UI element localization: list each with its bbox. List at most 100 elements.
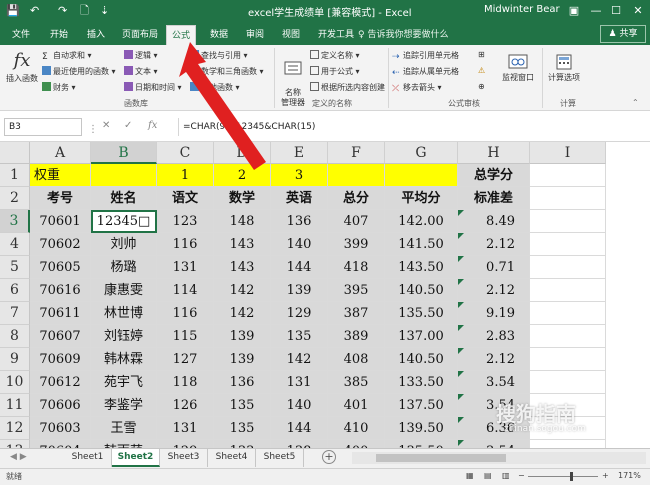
cell-i5[interactable]	[530, 256, 606, 279]
cell-a9[interactable]: 70609	[30, 348, 91, 371]
cell-i4[interactable]	[530, 233, 606, 256]
error-indicator-icon[interactable]	[458, 256, 464, 262]
error-indicator-icon[interactable]	[458, 302, 464, 308]
cell-d7[interactable]: 142	[214, 302, 271, 325]
cell-h7[interactable]: 9.19	[458, 302, 530, 325]
column-header-b[interactable]: B	[91, 142, 157, 164]
cell-i2[interactable]	[530, 187, 606, 210]
row-header-3[interactable]: 3	[0, 210, 30, 233]
cell-d13[interactable]: 133	[214, 440, 271, 448]
cell-d4[interactable]: 143	[214, 233, 271, 256]
cell-e12[interactable]: 144	[271, 417, 328, 440]
header-cell-c2[interactable]: 语文	[157, 187, 214, 210]
cell-f12[interactable]: 410	[328, 417, 385, 440]
tab-file[interactable]: 文件	[12, 27, 30, 40]
insert-function-fx-icon[interactable]: fx	[148, 120, 157, 131]
zoom-level[interactable]: 171%	[618, 471, 641, 480]
error-indicator-icon[interactable]	[458, 394, 464, 400]
collapse-ribbon-icon[interactable]: ⌃	[632, 98, 639, 107]
error-checking-icon[interactable]: ⚠	[478, 66, 485, 75]
cell-h1[interactable]: 总学分	[458, 164, 530, 187]
cell-d10[interactable]: 136	[214, 371, 271, 394]
tab-review[interactable]: 审阅	[246, 27, 264, 40]
cell-b3[interactable]: 12345□	[91, 210, 157, 233]
column-header-a[interactable]: A	[30, 142, 91, 164]
cell-f9[interactable]: 408	[328, 348, 385, 371]
row-header-13[interactable]: 13	[0, 440, 30, 448]
cell-d8[interactable]: 139	[214, 325, 271, 348]
zoom-in-button[interactable]: +	[602, 471, 609, 480]
cell-g11[interactable]: 137.50	[385, 394, 458, 417]
normal-view-icon[interactable]: ▦	[466, 471, 474, 480]
cell-b7[interactable]: 林世博	[91, 302, 157, 325]
header-cell-e2[interactable]: 英语	[271, 187, 328, 210]
sheet-tab-5[interactable]: Sheet5	[256, 449, 304, 467]
cell-d11[interactable]: 135	[214, 394, 271, 417]
watch-window-button[interactable]: 监视窗口	[498, 54, 538, 83]
cell-g9[interactable]: 140.50	[385, 348, 458, 371]
cell-b5[interactable]: 杨璐	[91, 256, 157, 279]
zoom-slider[interactable]	[528, 476, 598, 477]
define-name-button[interactable]: 定义名称 ▾	[310, 50, 360, 61]
datetime-button[interactable]: 日期和时间 ▾	[124, 82, 182, 93]
cell-g1[interactable]	[385, 164, 458, 187]
row-header-11[interactable]: 11	[0, 394, 30, 417]
cell-i13[interactable]	[530, 440, 606, 448]
cell-g12[interactable]: 139.50	[385, 417, 458, 440]
calculation-options-button[interactable]: 计算选项	[544, 54, 584, 83]
cell-c10[interactable]: 118	[157, 371, 214, 394]
cell-a5[interactable]: 70605	[30, 256, 91, 279]
cell-a12[interactable]: 70603	[30, 417, 91, 440]
add-sheet-button[interactable]: +	[322, 450, 336, 464]
cell-g13[interactable]: 135.50	[385, 440, 458, 448]
cell-i3[interactable]	[530, 210, 606, 233]
math-trig-button[interactable]: 数学和三角函数 ▾	[190, 66, 264, 77]
name-box[interactable]: B3	[4, 118, 82, 136]
header-cell-g2[interactable]: 平均分	[385, 187, 458, 210]
row-header-7[interactable]: 7	[0, 302, 30, 325]
row-header-2[interactable]: 2	[0, 187, 30, 210]
text-button[interactable]: 文本 ▾	[124, 66, 158, 77]
row-header-6[interactable]: 6	[0, 279, 30, 302]
page-layout-view-icon[interactable]: ▤	[484, 471, 492, 480]
zoom-slider-thumb[interactable]	[570, 472, 573, 481]
cell-e3[interactable]: 136	[271, 210, 328, 233]
cell-h3[interactable]: 8.49	[458, 210, 530, 233]
cell-d6[interactable]: 142	[214, 279, 271, 302]
new-file-icon[interactable]: 🗋	[80, 3, 89, 19]
cell-c4[interactable]: 116	[157, 233, 214, 256]
more-functions-button[interactable]: 其他函数 ▾	[190, 82, 240, 93]
cell-f13[interactable]: 400	[328, 440, 385, 448]
cell-f7[interactable]: 387	[328, 302, 385, 325]
cell-a3[interactable]: 70601	[30, 210, 91, 233]
horizontal-scroll-thumb[interactable]	[376, 454, 506, 462]
cell-b11[interactable]: 李鉴学	[91, 394, 157, 417]
row-header-12[interactable]: 12	[0, 417, 30, 440]
name-manager-button[interactable]: 名称 管理器	[277, 50, 309, 108]
cell-i10[interactable]	[530, 371, 606, 394]
zoom-out-button[interactable]: −	[518, 471, 525, 480]
header-cell-f2[interactable]: 总分	[328, 187, 385, 210]
create-from-selection-button[interactable]: 根据所选内容创建	[310, 82, 385, 93]
header-cell-h2[interactable]: 标准差	[458, 187, 530, 210]
cell-e6[interactable]: 139	[271, 279, 328, 302]
sheet-tab-4[interactable]: Sheet4	[208, 449, 256, 467]
cell-b1[interactable]	[91, 164, 157, 187]
cell-a8[interactable]: 70607	[30, 325, 91, 348]
cell-a13[interactable]: 70604	[30, 440, 91, 448]
cell-i1[interactable]	[530, 164, 606, 187]
column-header-d[interactable]: D	[214, 142, 271, 164]
cell-a1[interactable]: 权重	[30, 164, 91, 187]
sheet-tab-3[interactable]: Sheet3	[160, 449, 208, 467]
cell-a4[interactable]: 70602	[30, 233, 91, 256]
cell-h4[interactable]: 2.12	[458, 233, 530, 256]
cell-d3[interactable]: 148	[214, 210, 271, 233]
cell-f8[interactable]: 389	[328, 325, 385, 348]
cell-h8[interactable]: 2.83	[458, 325, 530, 348]
cell-a7[interactable]: 70611	[30, 302, 91, 325]
tell-me-search[interactable]: ♀ 告诉我你想要做什么	[358, 27, 448, 40]
undo-icon[interactable]: ↶	[30, 3, 39, 19]
column-header-c[interactable]: C	[157, 142, 214, 164]
column-header-h[interactable]: H	[458, 142, 530, 164]
save-icon[interactable]: 💾	[6, 3, 20, 19]
